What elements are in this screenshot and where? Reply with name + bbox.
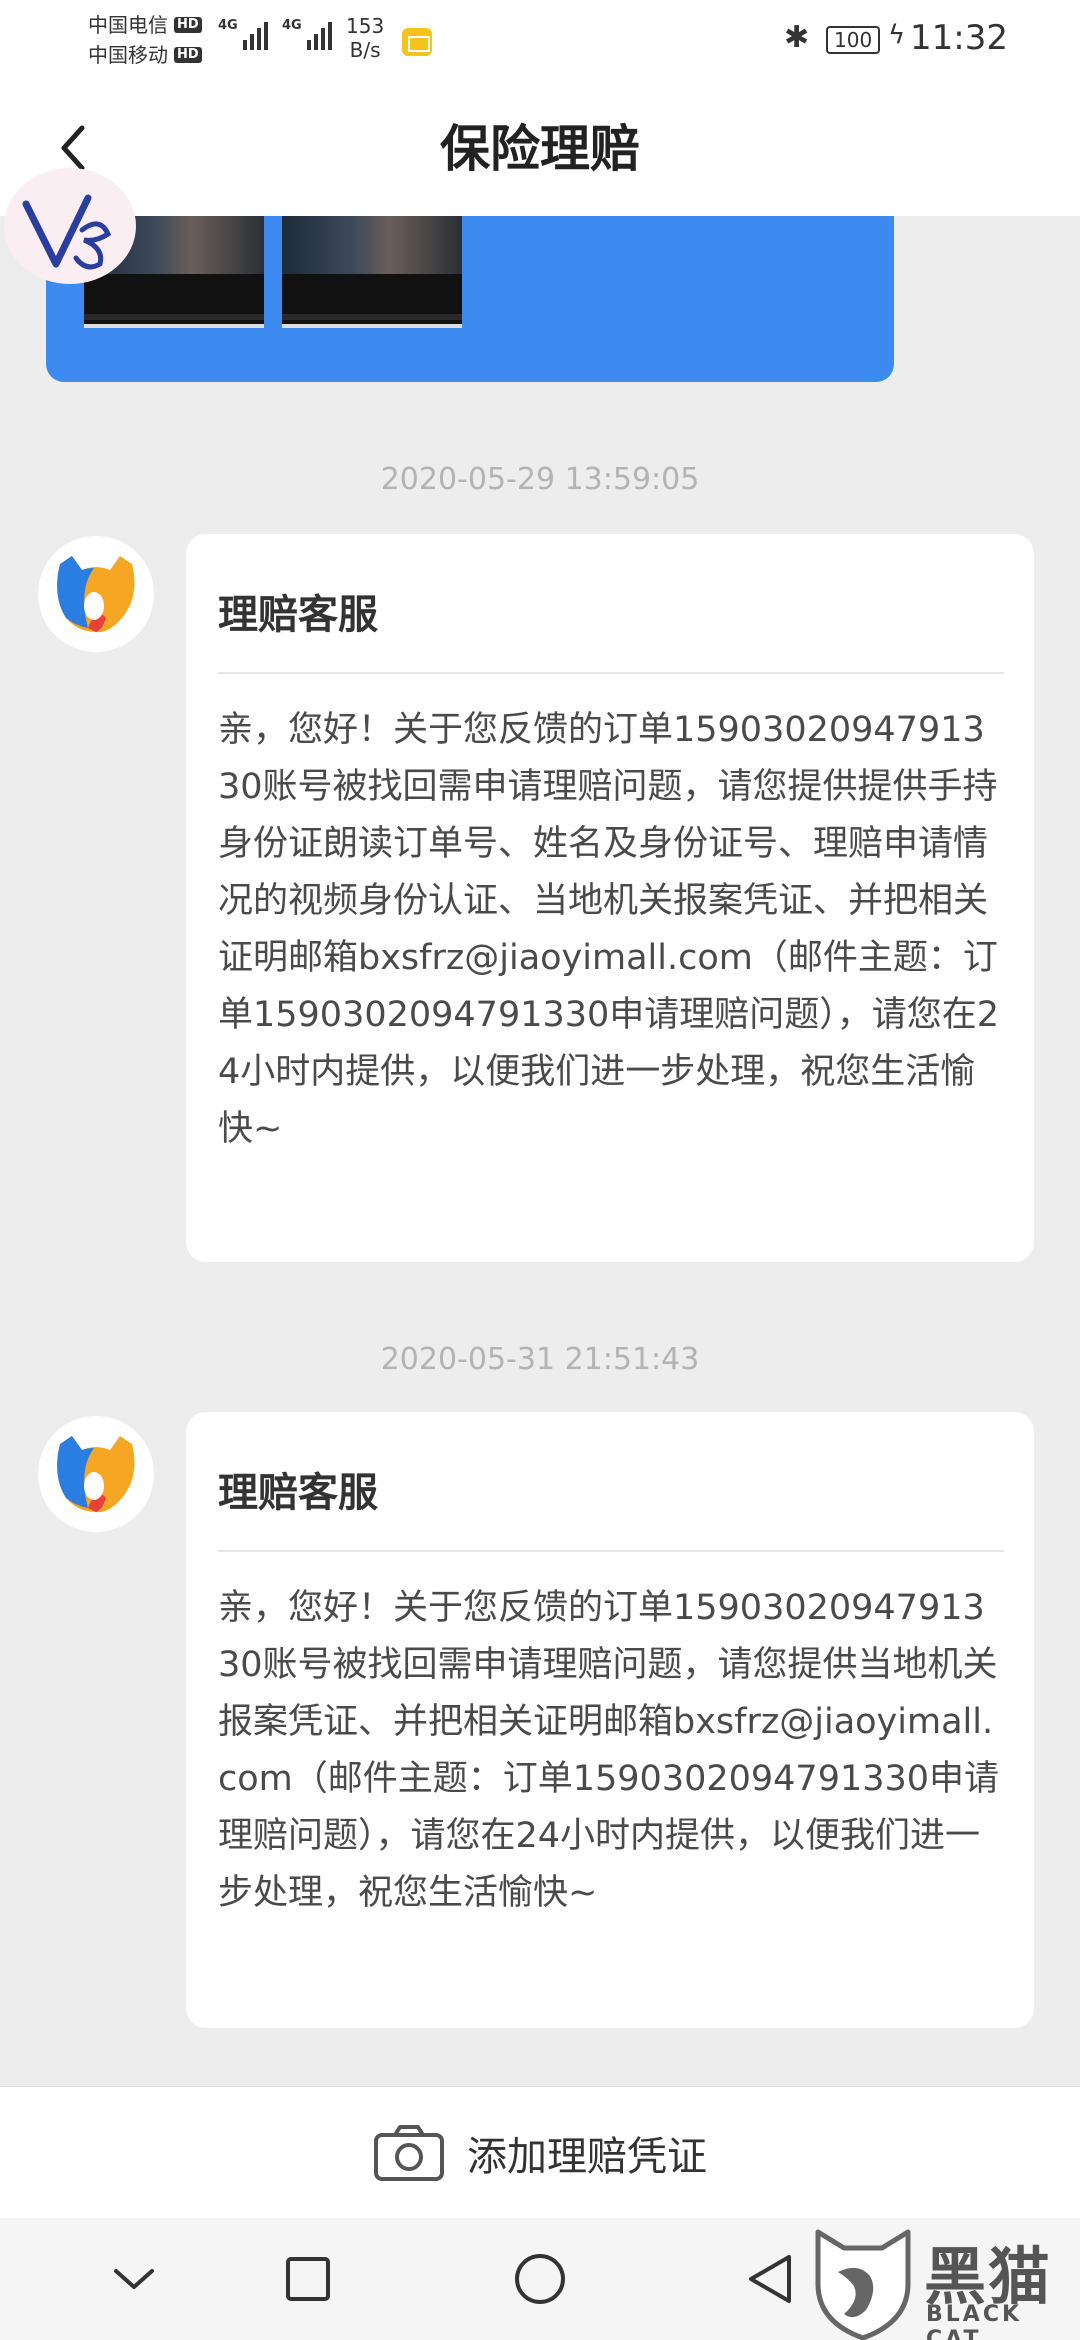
message-timestamp: 2020-05-29 13:59:05	[380, 462, 700, 497]
service-logo-icon	[57, 1436, 135, 1513]
chevron-down-icon	[114, 2269, 154, 2289]
watermark-en: BLACK CAT	[926, 2302, 1023, 2340]
page-title: 保险理赔	[440, 120, 640, 178]
watermark-logo	[4, 168, 136, 284]
network-speed: 153 B/s	[346, 14, 385, 62]
charging-icon: ϟ	[888, 20, 906, 50]
black-cat-logo-icon	[815, 2229, 911, 2340]
carrier-1: 中国电信	[88, 13, 168, 37]
recent-apps-icon	[286, 2257, 330, 2301]
home-button[interactable]	[470, 2218, 610, 2340]
collapse-nav-button[interactable]	[64, 2218, 204, 2340]
message-timestamp: 2020-05-31 21:51:43	[380, 1342, 700, 1377]
screenshot-thumbnail[interactable]	[282, 216, 462, 328]
app-header: 保险理赔	[0, 78, 1080, 216]
signal-icon: 4G 4G	[218, 18, 332, 50]
back-icon	[749, 2255, 791, 2303]
divider	[218, 1550, 1004, 1552]
battery-icon: 100	[826, 26, 881, 54]
avatar	[38, 536, 154, 652]
avatar	[38, 1416, 154, 1532]
clock: 11:32	[910, 18, 1008, 58]
message-text: 亲，您好！关于您反馈的订单1590302094791330账号被找回需申请理赔问…	[218, 710, 1000, 1149]
hd-badge: HD	[174, 17, 202, 33]
add-proof-button[interactable]: 添加理赔凭证	[0, 2087, 1080, 2219]
carrier-info: 中国电信 HD 中国移动 HD	[88, 10, 202, 70]
network-type-2: 4G	[282, 18, 302, 33]
message-card: 理赔客服 亲，您好！关于您反馈的订单1590302094791330账号被找回需…	[186, 1412, 1034, 2028]
service-logo-icon	[57, 556, 135, 633]
recent-apps-button[interactable]	[238, 2218, 378, 2340]
add-proof-label: 添加理赔凭证	[467, 2134, 707, 2180]
camera-icon	[374, 2125, 444, 2181]
message-text: 亲，您好！关于您反馈的订单1590302094791330账号被找回需申请理赔问…	[218, 1588, 1000, 1913]
carrier-2: 中国移动	[88, 43, 168, 67]
mail-notification-icon	[402, 28, 432, 56]
message-card: 理赔客服 亲，您好！关于您反馈的订单1590302094791330账号被找回需…	[186, 534, 1034, 1262]
home-icon	[515, 2254, 565, 2304]
sender-name: 理赔客服	[218, 592, 378, 638]
status-bar: 中国电信 HD 中国移动 HD 4G 4G 153 B/s ✱ 100 ϟ 11…	[0, 0, 1080, 78]
image-message-card[interactable]	[46, 216, 894, 382]
blackcat-watermark: 黑猫 BLACK CAT	[808, 2222, 1080, 2340]
divider	[218, 672, 1004, 674]
network-type-1: 4G	[218, 18, 238, 33]
sender-name: 理赔客服	[218, 1470, 378, 1516]
bottom-action-bar: 添加理赔凭证	[0, 2086, 1080, 2218]
hd-badge: HD	[174, 47, 202, 63]
bluetooth-icon: ✱	[784, 20, 810, 55]
